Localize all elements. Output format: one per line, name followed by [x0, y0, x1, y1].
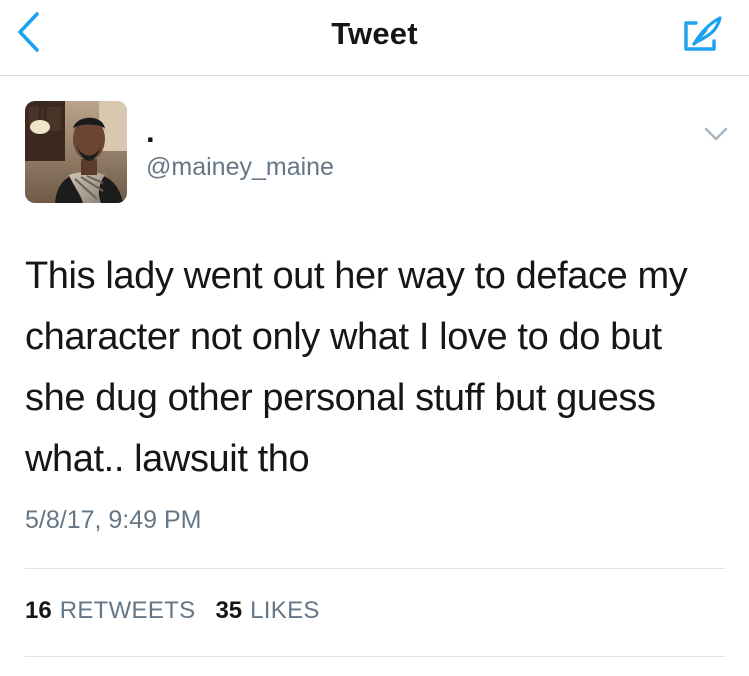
tweet-stats: 16 RETWEETS 35 LIKES — [25, 596, 340, 626]
author-display-name[interactable]: . — [146, 114, 155, 150]
likes-count: 35 — [215, 597, 243, 624]
chevron-down-icon — [704, 127, 728, 141]
compose-tweet-icon — [684, 16, 722, 51]
likes-stat[interactable]: 35 LIKES — [215, 596, 319, 626]
avatar[interactable] — [25, 101, 127, 203]
retweets-label: RETWEETS — [59, 597, 196, 624]
divider-top — [25, 568, 725, 569]
profile-photo — [25, 101, 127, 203]
author-handle[interactable]: @mainey_maine — [146, 152, 334, 182]
tweet-text: This lady went out her way to deface my … — [25, 255, 688, 480]
divider-bottom — [25, 656, 725, 657]
tweet-detail-screen: Tweet . @mainey_maine This lady went out… — [0, 0, 749, 676]
compose-tweet-button[interactable] — [678, 12, 726, 56]
tweet-timestamp: 5/8/17, 9:49 PM — [25, 506, 202, 534]
tweet-options-button[interactable] — [700, 121, 732, 147]
page-title: Tweet — [331, 16, 418, 51]
navigation-bar: Tweet — [0, 0, 749, 76]
retweets-count: 16 — [25, 597, 52, 624]
retweets-stat[interactable]: 16 RETWEETS — [25, 596, 195, 626]
likes-label: LIKES — [250, 597, 320, 624]
